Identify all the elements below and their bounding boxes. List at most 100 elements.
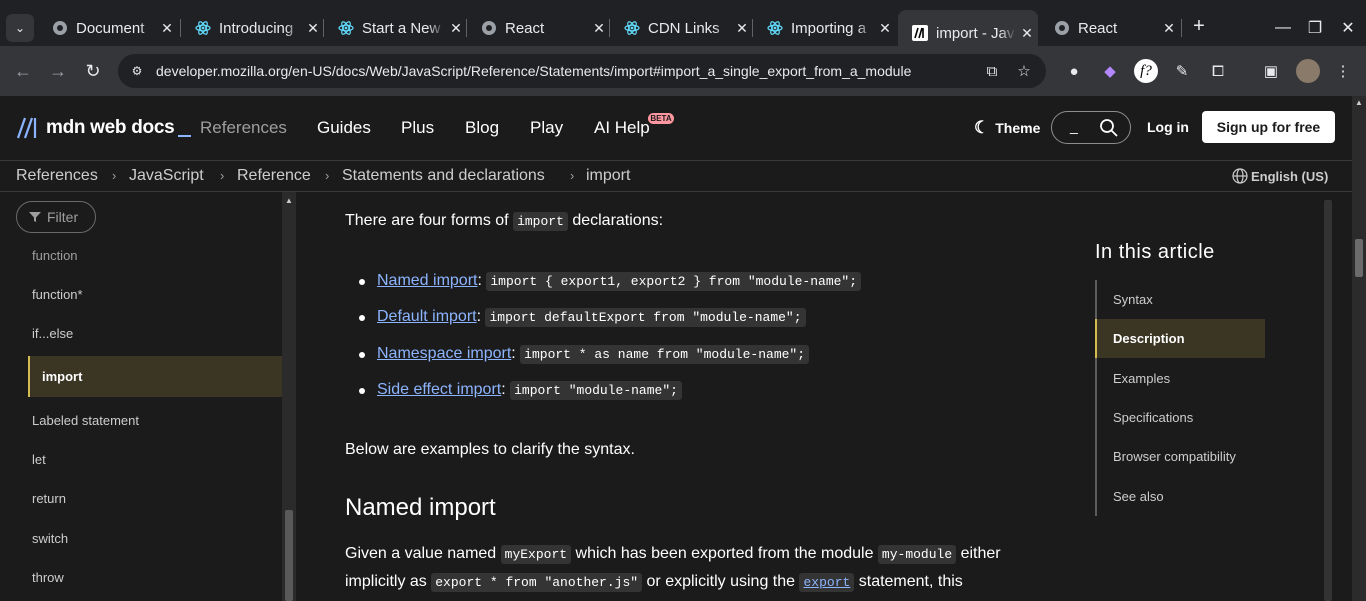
toc-item-examples[interactable]: Examples bbox=[1113, 371, 1170, 386]
reload-icon[interactable]: ↻ bbox=[80, 58, 106, 84]
globe-icon bbox=[52, 20, 68, 36]
toc-item-browser-compatibility[interactable]: Browser compatibility bbox=[1113, 449, 1236, 464]
open-in-app-icon[interactable]: ⧉ bbox=[982, 61, 1002, 81]
sidebar-item-function[interactable]: function bbox=[32, 248, 78, 263]
sidebar-item-switch[interactable]: switch bbox=[32, 531, 68, 546]
menu-kebab-icon[interactable]: ⋮ bbox=[1331, 59, 1355, 83]
bookmark-star-icon[interactable]: ☆ bbox=[1014, 61, 1034, 81]
named-import-link[interactable]: Named import bbox=[377, 272, 477, 289]
sidebar-item-return[interactable]: return bbox=[32, 491, 66, 506]
scroll-up-icon[interactable]: ▲ bbox=[285, 196, 293, 205]
tab-introducing[interactable]: Introducing ✕ bbox=[181, 10, 324, 46]
tab-document[interactable]: Document ✕ bbox=[38, 10, 178, 46]
close-icon[interactable]: ✕ bbox=[156, 20, 178, 37]
sidebar-item-throw[interactable]: throw bbox=[32, 570, 64, 585]
nav-guides[interactable]: Guides bbox=[317, 118, 371, 138]
tab-react[interactable]: React ✕ bbox=[467, 10, 610, 46]
login-link[interactable]: Log in bbox=[1147, 119, 1189, 135]
react-icon bbox=[624, 20, 640, 36]
avatar[interactable] bbox=[1296, 59, 1320, 83]
tab-label: Start a New bbox=[362, 19, 441, 37]
mdn-icon bbox=[912, 25, 928, 41]
extensions-puzzle-icon[interactable]: ⧠ bbox=[1206, 59, 1230, 83]
tab-react-2[interactable]: React ✕ bbox=[1040, 10, 1180, 46]
scroll-up-icon[interactable]: ▲ bbox=[1355, 98, 1363, 107]
intro-paragraph: There are four forms of import declarati… bbox=[345, 212, 664, 231]
url-text[interactable]: developer.mozilla.org/en-US/docs/Web/Jav… bbox=[156, 63, 911, 79]
sidebar-scrollbar[interactable]: ▲ bbox=[282, 192, 296, 601]
breadcrumb-import[interactable]: import bbox=[586, 167, 630, 185]
theme-label: Theme bbox=[995, 120, 1041, 136]
extension-fx-icon[interactable]: f? bbox=[1134, 59, 1158, 83]
close-icon[interactable]: ✕ bbox=[588, 20, 610, 37]
nav-plus[interactable]: Plus bbox=[401, 118, 434, 138]
scrollbar-thumb[interactable] bbox=[285, 510, 293, 601]
language-switcher[interactable]: English (US) bbox=[1232, 168, 1328, 184]
close-icon[interactable]: ✕ bbox=[874, 20, 896, 37]
extension-dot-icon[interactable]: ● bbox=[1062, 59, 1086, 83]
maximize-icon[interactable]: ❐ bbox=[1301, 14, 1329, 42]
minimize-icon[interactable]: — bbox=[1269, 14, 1297, 42]
nav-ai-help[interactable]: AI Help bbox=[594, 118, 650, 138]
chevron-right-icon: › bbox=[325, 168, 330, 183]
tab-search-button[interactable]: ⌄ bbox=[6, 14, 34, 42]
filter-icon bbox=[29, 212, 41, 222]
toc-item-specifications[interactable]: Specifications bbox=[1113, 410, 1193, 425]
nav-blog[interactable]: Blog bbox=[465, 118, 499, 138]
extension-palette-icon[interactable]: ◆ bbox=[1098, 59, 1122, 83]
page-scrollbar[interactable]: ▲ bbox=[1352, 96, 1366, 601]
theme-switcher[interactable]: ☾ Theme bbox=[974, 118, 1040, 138]
side-effect-import-link[interactable]: Side effect import bbox=[377, 381, 501, 398]
inline-code: import bbox=[513, 212, 568, 231]
sidebar-item-import[interactable]: import bbox=[28, 356, 282, 397]
namespace-import-link[interactable]: Namespace import bbox=[377, 345, 511, 362]
tab-cdn-links[interactable]: CDN Links ✕ bbox=[610, 10, 753, 46]
signup-button[interactable]: Sign up for free bbox=[1202, 111, 1335, 143]
scrollbar-thumb[interactable] bbox=[1355, 239, 1363, 277]
breadcrumb-references[interactable]: References bbox=[16, 167, 98, 185]
eyedropper-icon[interactable]: ✎ bbox=[1170, 59, 1194, 83]
filter-input[interactable]: Filter bbox=[16, 201, 96, 233]
sidebar-item-if-else[interactable]: if...else bbox=[32, 326, 73, 341]
site-info-icon[interactable]: ⚙ bbox=[128, 62, 146, 80]
default-import-link[interactable]: Default import bbox=[377, 308, 477, 325]
close-icon[interactable]: ✕ bbox=[1016, 25, 1038, 42]
breadcrumb-reference[interactable]: Reference bbox=[237, 167, 311, 185]
toc-item-syntax[interactable]: Syntax bbox=[1113, 292, 1153, 307]
inline-code: import "module-name"; bbox=[510, 381, 682, 400]
tab-importing[interactable]: Importing a ✕ bbox=[753, 10, 896, 46]
article-scrollbar[interactable] bbox=[1322, 192, 1334, 601]
section-heading: Named import bbox=[345, 494, 496, 521]
search-button[interactable]: _ bbox=[1051, 111, 1131, 144]
sidebar-item-let[interactable]: let bbox=[32, 452, 46, 467]
breadcrumb-statements[interactable]: Statements and declarations bbox=[342, 167, 545, 185]
nav-play[interactable]: Play bbox=[530, 118, 563, 138]
address-bar[interactable]: ⚙ developer.mozilla.org/en-US/docs/Web/J… bbox=[118, 54, 1046, 88]
side-panel-icon[interactable]: ▣ bbox=[1259, 59, 1283, 83]
breadcrumb: References › JavaScript › Reference › St… bbox=[0, 160, 1352, 192]
new-tab-button[interactable]: + bbox=[1188, 16, 1210, 38]
mdn-logo[interactable]: mdn web docs bbox=[16, 116, 192, 140]
tab-start-a-new[interactable]: Start a New ✕ bbox=[324, 10, 467, 46]
chevron-right-icon: › bbox=[570, 168, 575, 183]
export-link[interactable]: export bbox=[799, 573, 855, 592]
close-icon[interactable]: ✕ bbox=[1158, 20, 1180, 37]
close-icon[interactable]: ✕ bbox=[302, 20, 324, 37]
toc-item-label: Description bbox=[1113, 331, 1185, 346]
forward-icon[interactable]: → bbox=[45, 58, 71, 84]
globe-icon bbox=[1054, 20, 1070, 36]
close-icon[interactable]: ✕ bbox=[731, 20, 753, 37]
toc-item-see-also[interactable]: See also bbox=[1113, 489, 1164, 504]
breadcrumb-javascript[interactable]: JavaScript bbox=[129, 167, 204, 185]
toc-item-description[interactable]: Description bbox=[1095, 319, 1265, 358]
tab-label: CDN Links bbox=[648, 19, 720, 37]
filter-placeholder: Filter bbox=[47, 209, 79, 225]
back-icon[interactable]: ← bbox=[10, 58, 36, 84]
language-label: English (US) bbox=[1251, 168, 1329, 184]
close-icon[interactable]: ✕ bbox=[445, 20, 467, 37]
close-window-icon[interactable]: ✕ bbox=[1334, 14, 1362, 42]
inline-code: import { export1, export2 } from "module… bbox=[486, 272, 862, 291]
nav-references[interactable]: References bbox=[200, 118, 287, 138]
sidebar-item-labeled-statement[interactable]: Labeled statement bbox=[32, 413, 139, 428]
sidebar-item-function-star[interactable]: function* bbox=[32, 287, 83, 302]
